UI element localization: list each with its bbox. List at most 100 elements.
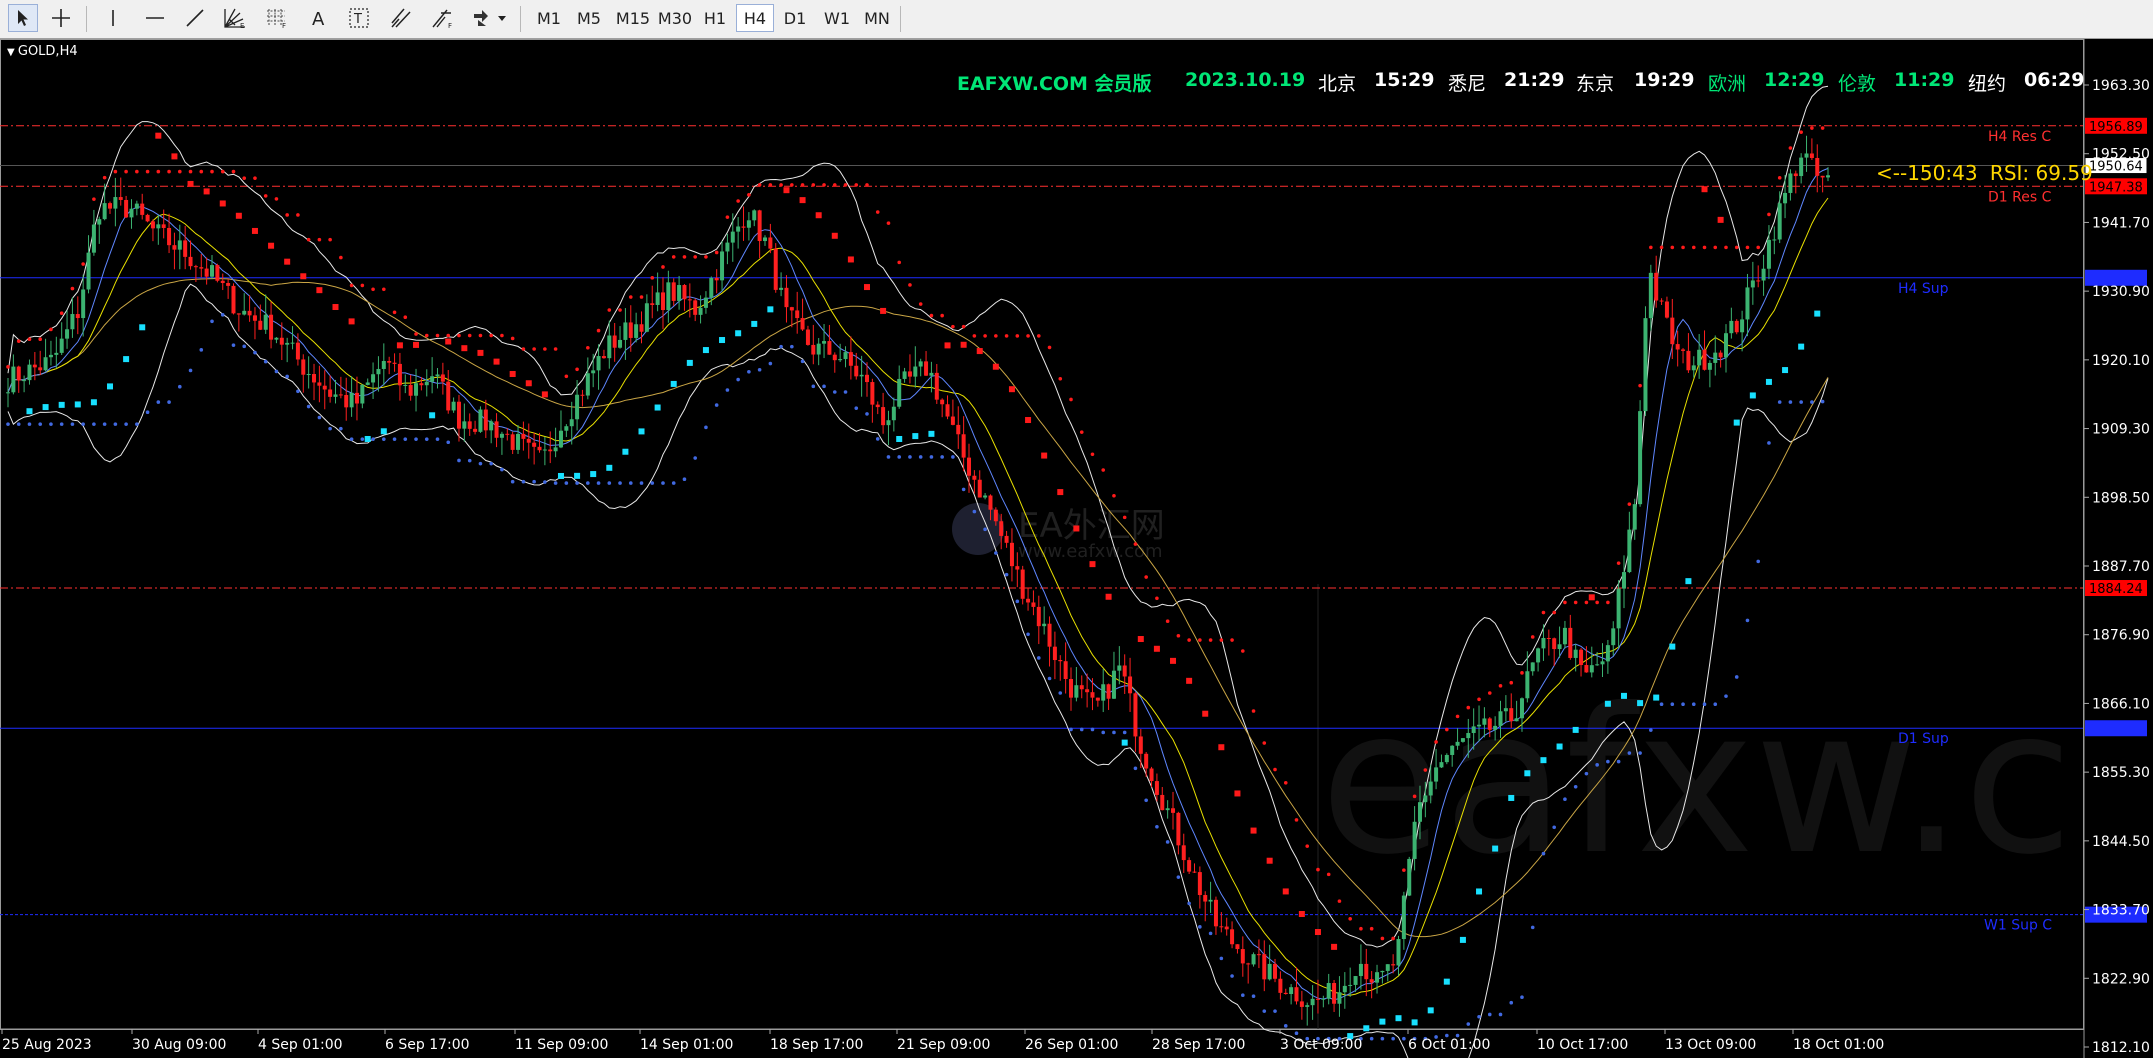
time-tick-label: 13 Oct 09:00 <box>1665 1037 1756 1053</box>
fibonacci-grid-icon[interactable]: F <box>262 4 292 32</box>
resistance-trail-dot <box>1036 334 1041 338</box>
resistance-trail-dot <box>1101 468 1106 472</box>
price-tick-label: 1887.70 <box>2092 559 2150 575</box>
candle-body <box>789 307 794 311</box>
candle-body <box>1412 821 1417 859</box>
psar-marker <box>992 363 999 370</box>
candle-body <box>1530 662 1535 672</box>
candle-body <box>1568 627 1573 658</box>
candle-body <box>698 307 703 315</box>
candle-body <box>446 381 451 411</box>
timeframe-h4-button[interactable]: H4 <box>736 4 774 32</box>
candle-body <box>1584 665 1589 673</box>
candle-body <box>1691 365 1696 371</box>
parallel-channel-icon[interactable] <box>386 4 416 32</box>
candle-body <box>11 366 16 393</box>
timeframe-h1-button[interactable]: H1 <box>696 4 734 32</box>
cursor-arrow-icon[interactable] <box>8 4 38 32</box>
candle-body <box>838 359 843 361</box>
resistance-trail-dot <box>274 197 279 201</box>
psar-marker <box>1298 911 1305 918</box>
resistance-trail-dot <box>306 237 311 242</box>
psar-marker <box>1443 978 1450 985</box>
trail-dot <box>1230 974 1234 978</box>
trail-dot <box>1155 824 1159 829</box>
candle-body <box>1745 287 1750 320</box>
trail-dot <box>392 437 397 441</box>
psar-marker <box>493 358 500 365</box>
resistance-trail-dot <box>854 183 859 187</box>
psar-marker <box>1701 186 1708 193</box>
psar-marker <box>1266 857 1273 864</box>
trail-dot <box>1659 702 1664 707</box>
timeframe-m30-button[interactable]: M30 <box>654 4 696 32</box>
timeframe-m15-button[interactable]: M15 <box>612 4 654 32</box>
candle-body <box>172 245 177 250</box>
resistance-trail-dot <box>1176 633 1181 638</box>
candle-body <box>1519 698 1524 719</box>
resistance-trail-dot <box>929 313 934 318</box>
candle-body <box>1562 627 1567 645</box>
trail-dot <box>736 377 740 382</box>
candle-body <box>1213 899 1218 927</box>
psar-marker <box>1717 216 1724 223</box>
candle-body <box>1750 280 1755 288</box>
resistance-trail-dot <box>1294 818 1299 822</box>
candle-body <box>1546 637 1551 639</box>
psar-marker <box>960 341 967 348</box>
fibonacci-fan-icon[interactable]: E <box>220 4 250 32</box>
timeframe-d1-button[interactable]: D1 <box>776 4 814 32</box>
trail-dot <box>328 426 332 431</box>
resistance-trail-dot <box>940 313 944 318</box>
fibonacci-retracement-icon[interactable]: F <box>428 4 458 32</box>
text-label-icon[interactable]: T <box>344 4 374 32</box>
candle-body <box>660 292 665 311</box>
psar-marker <box>1492 845 1499 852</box>
timeframe-w1-button[interactable]: W1 <box>818 4 856 32</box>
trail-dot <box>682 477 687 481</box>
candle-body <box>720 251 725 281</box>
candle-body <box>483 409 488 431</box>
time-tick-label: 28 Sep 17:00 <box>1152 1037 1245 1053</box>
candle-body <box>907 371 912 377</box>
trend-line-icon[interactable] <box>180 4 210 32</box>
candle-body <box>81 289 86 319</box>
psar-marker <box>445 338 452 345</box>
candle-body <box>999 521 1004 536</box>
candle-body <box>1047 623 1052 647</box>
horizontal-line-icon[interactable] <box>140 4 170 32</box>
timeframe-mn-button[interactable]: MN <box>858 4 896 32</box>
resistance-trail-dot <box>768 183 773 187</box>
text-icon[interactable]: A <box>304 4 334 32</box>
timeframe-m1-button[interactable]: M1 <box>530 4 568 32</box>
candle-body <box>1219 926 1224 928</box>
trail-dot <box>1165 840 1170 844</box>
svg-text:E: E <box>240 22 244 29</box>
arrows-menu-icon[interactable] <box>470 4 510 32</box>
trail-dot <box>1391 1036 1395 1041</box>
candle-body <box>1788 173 1793 193</box>
candle-body <box>489 421 494 431</box>
candle-body <box>542 449 547 451</box>
candle-body <box>1525 671 1530 699</box>
timeframe-m5-button[interactable]: M5 <box>570 4 608 32</box>
candle-body <box>1809 153 1814 158</box>
psar-marker <box>123 356 130 363</box>
price-chart[interactable]: EA外汇网www.eafxw.com eafxw.c H4 Res C 1956.8… <box>0 39 2153 1058</box>
candle-body <box>397 363 402 386</box>
psar-marker <box>1170 657 1177 664</box>
vertical-line-icon[interactable] <box>98 4 128 32</box>
city-europe-time: 12:29 <box>1764 69 1825 91</box>
resistance-trail-dot <box>521 347 526 351</box>
trail-dot <box>306 404 311 409</box>
candle-body <box>628 322 633 338</box>
candle-body <box>714 277 719 281</box>
psar-marker <box>686 359 693 366</box>
city-tokyo-label: 东京 <box>1576 73 1615 95</box>
resistance-trail-dot <box>1670 245 1675 250</box>
crosshair-icon[interactable] <box>46 4 76 32</box>
psar-marker <box>90 399 97 406</box>
chart-window[interactable]: EA外汇网 www.eafxw.com eafxw.c H4 Res C 1956.8… <box>0 39 2153 1058</box>
countdown-label: <--150:43 <box>1876 161 1978 185</box>
resistance-trail-dot <box>70 286 75 291</box>
